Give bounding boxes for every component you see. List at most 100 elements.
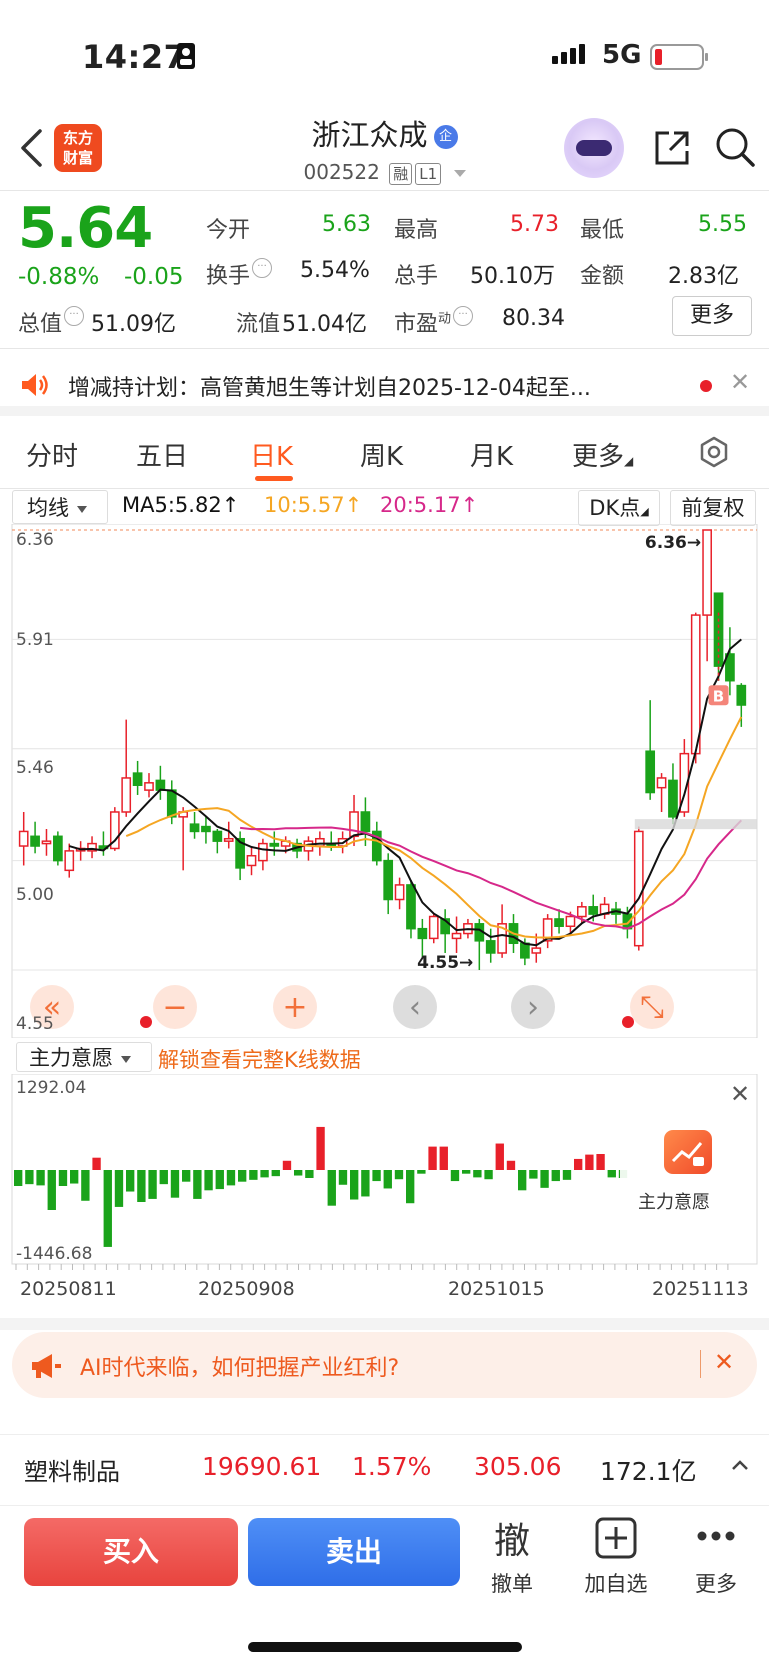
last-price: 5.64	[18, 196, 153, 261]
candle	[554, 909, 564, 934]
indicator-bar	[406, 1170, 415, 1204]
candle	[702, 529, 712, 662]
cancel-order-icon[interactable]: 撤	[472, 1512, 552, 1564]
zoom-in-icon[interactable]: +	[273, 985, 317, 1029]
tab-daily-k[interactable]: 日K	[250, 436, 293, 473]
indicator-bar	[585, 1154, 594, 1170]
adjust-button[interactable]: 前复权	[670, 490, 756, 526]
add-favorite-button[interactable]: 加自选	[576, 1568, 656, 1598]
indicator-bar	[182, 1170, 191, 1182]
chevron-down-icon	[77, 505, 87, 513]
zoom-out-icon[interactable]: −	[153, 985, 197, 1029]
indicator-bar	[383, 1170, 392, 1189]
id-card-icon	[177, 43, 195, 69]
candle	[394, 877, 405, 910]
event-dot	[140, 1016, 152, 1028]
pe-label[interactable]: 市盈动 ···	[394, 306, 474, 338]
unread-dot	[700, 380, 712, 392]
sell-button[interactable]: 卖出	[248, 1518, 460, 1586]
tab-more-label: 更多	[572, 442, 625, 472]
info-icon[interactable]: ···	[64, 306, 85, 326]
stock-code: 002522	[303, 160, 380, 184]
cancel-order-button[interactable]: 撤单	[472, 1568, 552, 1598]
buy-button[interactable]: 买入	[24, 1518, 238, 1586]
high-value: 5.73	[510, 212, 559, 237]
close-banner-icon[interactable]: ✕	[714, 1348, 734, 1376]
indicator-bar	[338, 1170, 348, 1185]
indicator-bar	[47, 1170, 56, 1210]
indicator-bar	[81, 1170, 90, 1201]
close-notice-icon[interactable]: ✕	[730, 368, 750, 396]
dk-point-button[interactable]: DK点◢	[578, 490, 660, 526]
tab-monthly-k[interactable]: 月K	[470, 436, 513, 473]
pe-value: 80.34	[502, 306, 565, 331]
chart-lock-icon[interactable]	[664, 1130, 712, 1174]
candle	[132, 760, 143, 795]
indicator-select[interactable]: 主力意愿	[16, 1042, 152, 1072]
candle	[633, 826, 644, 951]
indicator-bar	[473, 1170, 482, 1178]
indicator-bar	[495, 1143, 504, 1170]
indicator-bar	[193, 1170, 202, 1199]
dropdown-icon	[453, 170, 466, 177]
candle	[451, 916, 462, 953]
ai-assistant-icon[interactable]	[564, 118, 624, 178]
more-quote-button[interactable]: 更多	[672, 296, 752, 336]
more-dots-icon[interactable]	[696, 1530, 736, 1542]
market-value-label: 总值	[18, 312, 63, 337]
indicator-bar	[316, 1126, 325, 1170]
indicator-bar	[607, 1170, 616, 1178]
candle	[189, 811, 200, 839]
indicator-bar	[450, 1170, 460, 1182]
close-indicator-icon[interactable]: ✕	[730, 1080, 750, 1108]
indicator-bar	[574, 1158, 583, 1170]
tab-intraday[interactable]: 分时	[26, 436, 78, 473]
tab-five-day[interactable]: 五日	[136, 436, 188, 473]
change-percent: -0.88%	[18, 264, 100, 290]
unlock-link[interactable]: 解锁查看完整K线数据	[158, 1044, 361, 1074]
indicator-promo-card[interactable]	[620, 1102, 756, 1260]
amount-value: 2.83亿	[668, 264, 739, 289]
turnover-value: 5.54%	[300, 258, 370, 283]
ma10-value: 10:5.57	[264, 493, 345, 517]
indicator-bar	[170, 1170, 180, 1198]
ma-select[interactable]: 均线	[12, 490, 108, 524]
add-favorite-icon[interactable]	[594, 1516, 638, 1560]
more-button[interactable]: 更多	[676, 1568, 756, 1598]
notice-text[interactable]: 增减持计划：高管黄旭生等计划自2025-12-04起至...	[68, 370, 668, 402]
indicator-bar	[540, 1170, 549, 1188]
indicator-bar	[114, 1170, 124, 1207]
kline-chart[interactable]: 6.36→4.55→B« − + ‹ › ⤡	[0, 524, 769, 1038]
chevron-up-icon[interactable]	[730, 1458, 750, 1472]
enterprise-badge: 企	[433, 125, 458, 149]
candle	[656, 773, 667, 812]
indicator-bar	[484, 1170, 493, 1180]
scroll-right-icon[interactable]: ›	[511, 985, 555, 1029]
candle	[611, 901, 621, 924]
gear-icon[interactable]	[698, 436, 730, 468]
banner-text[interactable]: AI时代来临，如何把握产业红利?	[80, 1350, 399, 1382]
high-annotation: 6.36→	[645, 533, 701, 553]
search-icon[interactable]	[714, 126, 756, 168]
volume-value: 50.10万	[470, 264, 555, 289]
ma5-value: MA5:5.82	[122, 493, 222, 517]
y-tick-label: 6.36	[16, 530, 54, 550]
market-value-value: 51.09亿	[91, 312, 176, 337]
indicator-bar	[126, 1170, 135, 1192]
indicator-bar	[249, 1170, 258, 1180]
turnover-label[interactable]: 换手 ···	[206, 258, 273, 290]
dk-label: DK点	[589, 496, 641, 520]
candle	[75, 841, 86, 861]
scroll-left-icon[interactable]: ‹	[393, 985, 437, 1029]
y-tick-label: 5.00	[16, 885, 54, 905]
tab-weekly-k[interactable]: 周K	[360, 436, 403, 473]
svg-text:−: −	[162, 990, 187, 1025]
expand-icon[interactable]: ⤡	[630, 985, 674, 1029]
share-icon[interactable]	[652, 128, 692, 168]
info-icon[interactable]: ···	[453, 306, 474, 326]
ma10-legend: 10:5.57↑	[264, 493, 362, 517]
candle	[736, 683, 747, 727]
market-value[interactable]: 总值 ··· 51.09亿	[18, 306, 176, 338]
tab-more[interactable]: 更多◢	[572, 436, 633, 473]
info-icon[interactable]: ···	[252, 258, 273, 278]
